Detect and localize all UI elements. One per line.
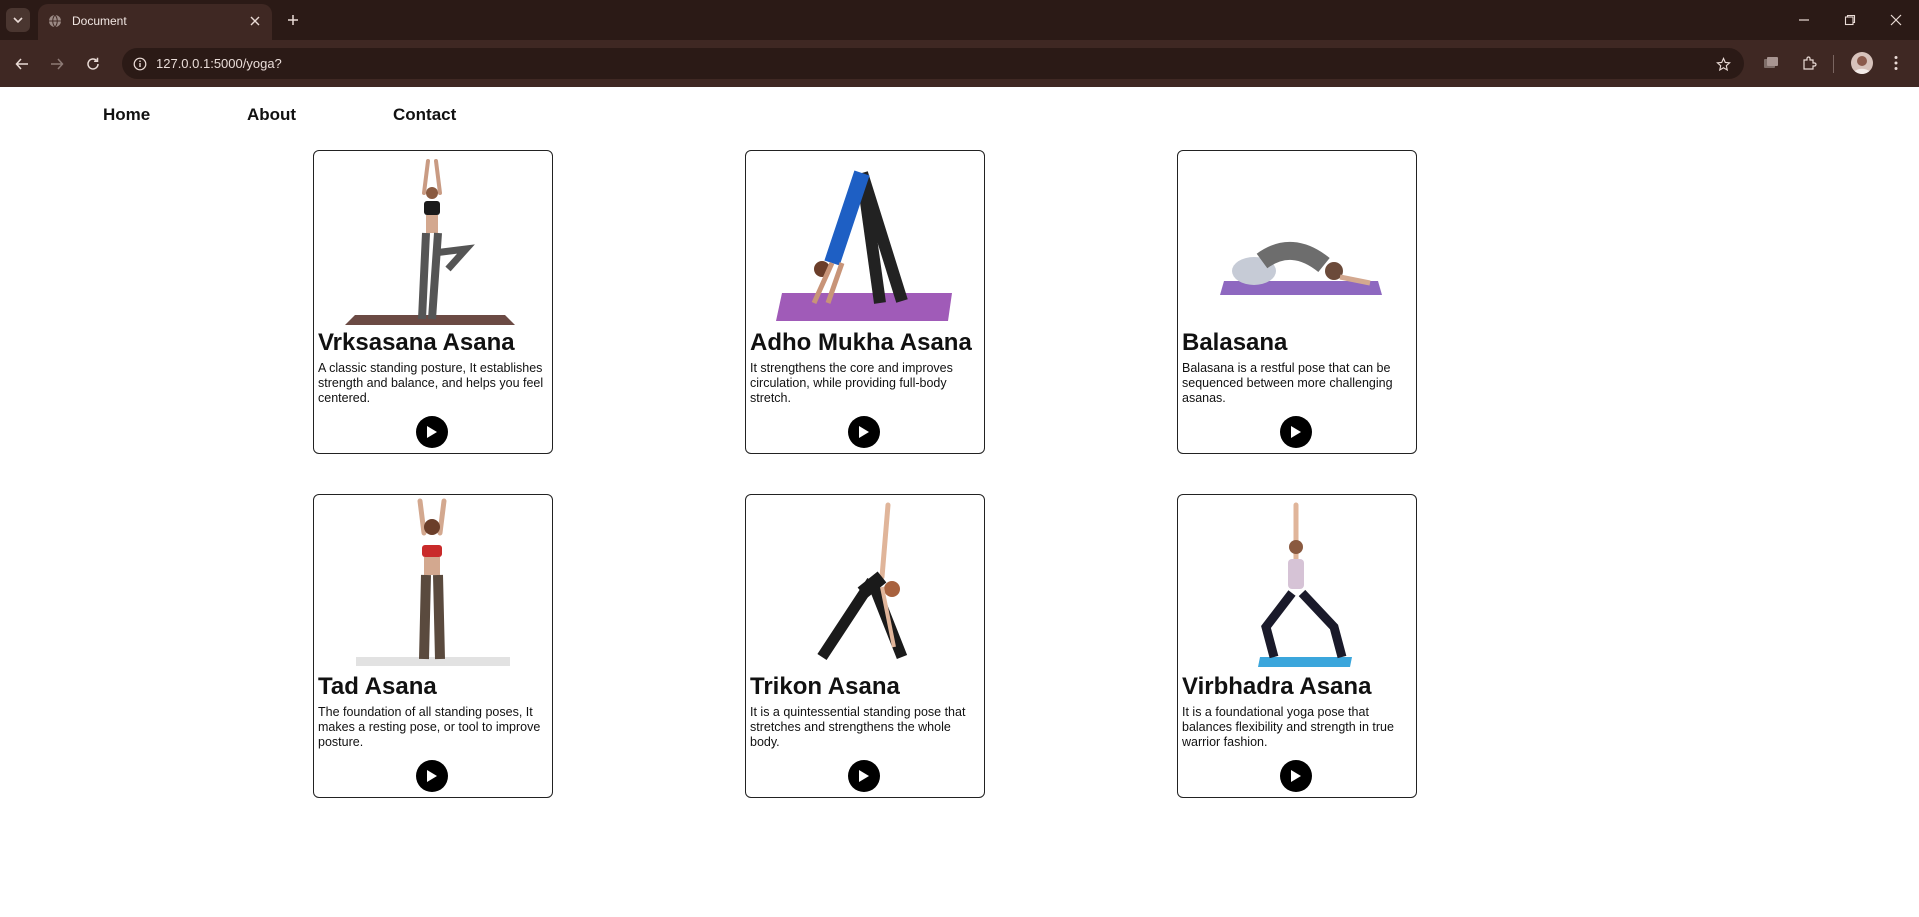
- plus-icon: [288, 15, 298, 25]
- pose-image-trikon-asana: [817, 502, 908, 661]
- card-title: Balasana: [1182, 329, 1288, 356]
- card-description: A classic standing posture, It establish…: [318, 361, 544, 405]
- nav-link-about[interactable]: About: [247, 105, 296, 125]
- pose-image-adho-mukha: [776, 170, 952, 321]
- card-description: It strengthens the core and improves cir…: [750, 361, 953, 405]
- browser-tab-strip: Document: [0, 0, 1919, 40]
- close-tab-icon[interactable]: [246, 12, 264, 30]
- yoga-card: Vrksasana Asana A classic standing postu…: [313, 150, 553, 454]
- play-icon: [1291, 770, 1301, 782]
- browser-toolbar: 127.0.0.1:5000/yoga?: [0, 40, 1919, 87]
- new-tab-button[interactable]: [282, 9, 304, 31]
- card-title: Adho Mukha Asana: [750, 329, 972, 356]
- card-description: It is a foundational yoga pose that bala…: [1182, 705, 1394, 749]
- card-description: The foundation of all standing poses, It…: [318, 705, 541, 749]
- card-description: Balasana is a restful pose that can be s…: [1182, 361, 1393, 405]
- nav-link-contact[interactable]: Contact: [393, 105, 456, 125]
- play-button[interactable]: [848, 760, 880, 792]
- card-title: Vrksasana Asana: [318, 329, 515, 356]
- pose-image-vrksasana: [345, 159, 515, 325]
- media-icon[interactable]: [1759, 51, 1783, 75]
- address-bar[interactable]: 127.0.0.1:5000/yoga?: [122, 48, 1744, 79]
- play-button[interactable]: [1280, 416, 1312, 448]
- restore-icon: [1844, 14, 1856, 26]
- kebab-menu-icon[interactable]: [1884, 51, 1908, 75]
- play-icon: [859, 770, 869, 782]
- browser-tab[interactable]: Document: [38, 4, 272, 40]
- reload-button[interactable]: [79, 50, 107, 78]
- toolbar-divider: [1833, 55, 1834, 73]
- play-button[interactable]: [416, 760, 448, 792]
- card-title: Trikon Asana: [750, 673, 900, 700]
- reload-icon: [87, 57, 99, 70]
- play-button[interactable]: [1280, 760, 1312, 792]
- pose-image-virbhadra-asana: [1258, 502, 1352, 667]
- play-icon: [859, 426, 869, 438]
- play-button[interactable]: [848, 416, 880, 448]
- site-navigation: Home About Contact: [0, 87, 1919, 143]
- tab-title: Document: [72, 14, 127, 28]
- yoga-card: Balasana Balasana is a restful pose that…: [1177, 150, 1417, 454]
- minimize-icon: [1799, 19, 1809, 21]
- card-title: Tad Asana: [318, 673, 437, 700]
- bookmark-star-icon[interactable]: [1712, 53, 1734, 75]
- pose-image-tad-asana: [356, 498, 510, 666]
- arrow-left-icon: [15, 58, 28, 70]
- url-text[interactable]: 127.0.0.1:5000/yoga?: [156, 56, 282, 71]
- extensions-puzzle-icon[interactable]: [1797, 51, 1821, 75]
- play-icon: [427, 426, 437, 438]
- tab-search-button[interactable]: [6, 8, 30, 32]
- pose-image-balasana: [1220, 241, 1382, 295]
- arrow-right-icon: [51, 58, 64, 70]
- chevron-down-icon: [13, 17, 23, 24]
- forward-button[interactable]: [43, 50, 71, 78]
- yoga-card: Adho Mukha Asana It strengthens the core…: [745, 150, 985, 454]
- close-icon: [1890, 14, 1902, 26]
- minimize-button[interactable]: [1784, 6, 1824, 34]
- yoga-card: Tad Asana The foundation of all standing…: [313, 494, 553, 798]
- back-button[interactable]: [8, 50, 36, 78]
- profile-avatar[interactable]: [1851, 52, 1873, 74]
- site-info-icon[interactable]: [130, 54, 150, 74]
- close-window-button[interactable]: [1876, 6, 1916, 34]
- yoga-card: Trikon Asana It is a quintessential stan…: [745, 494, 985, 798]
- globe-icon: [48, 14, 62, 33]
- yoga-card: Virbhadra Asana It is a foundational yog…: [1177, 494, 1417, 798]
- play-icon: [1291, 426, 1301, 438]
- play-icon: [427, 770, 437, 782]
- nav-link-home[interactable]: Home: [103, 105, 150, 125]
- play-button[interactable]: [416, 416, 448, 448]
- card-description: It is a quintessential standing pose tha…: [750, 705, 966, 749]
- restore-button[interactable]: [1830, 6, 1870, 34]
- card-title: Virbhadra Asana: [1182, 673, 1372, 700]
